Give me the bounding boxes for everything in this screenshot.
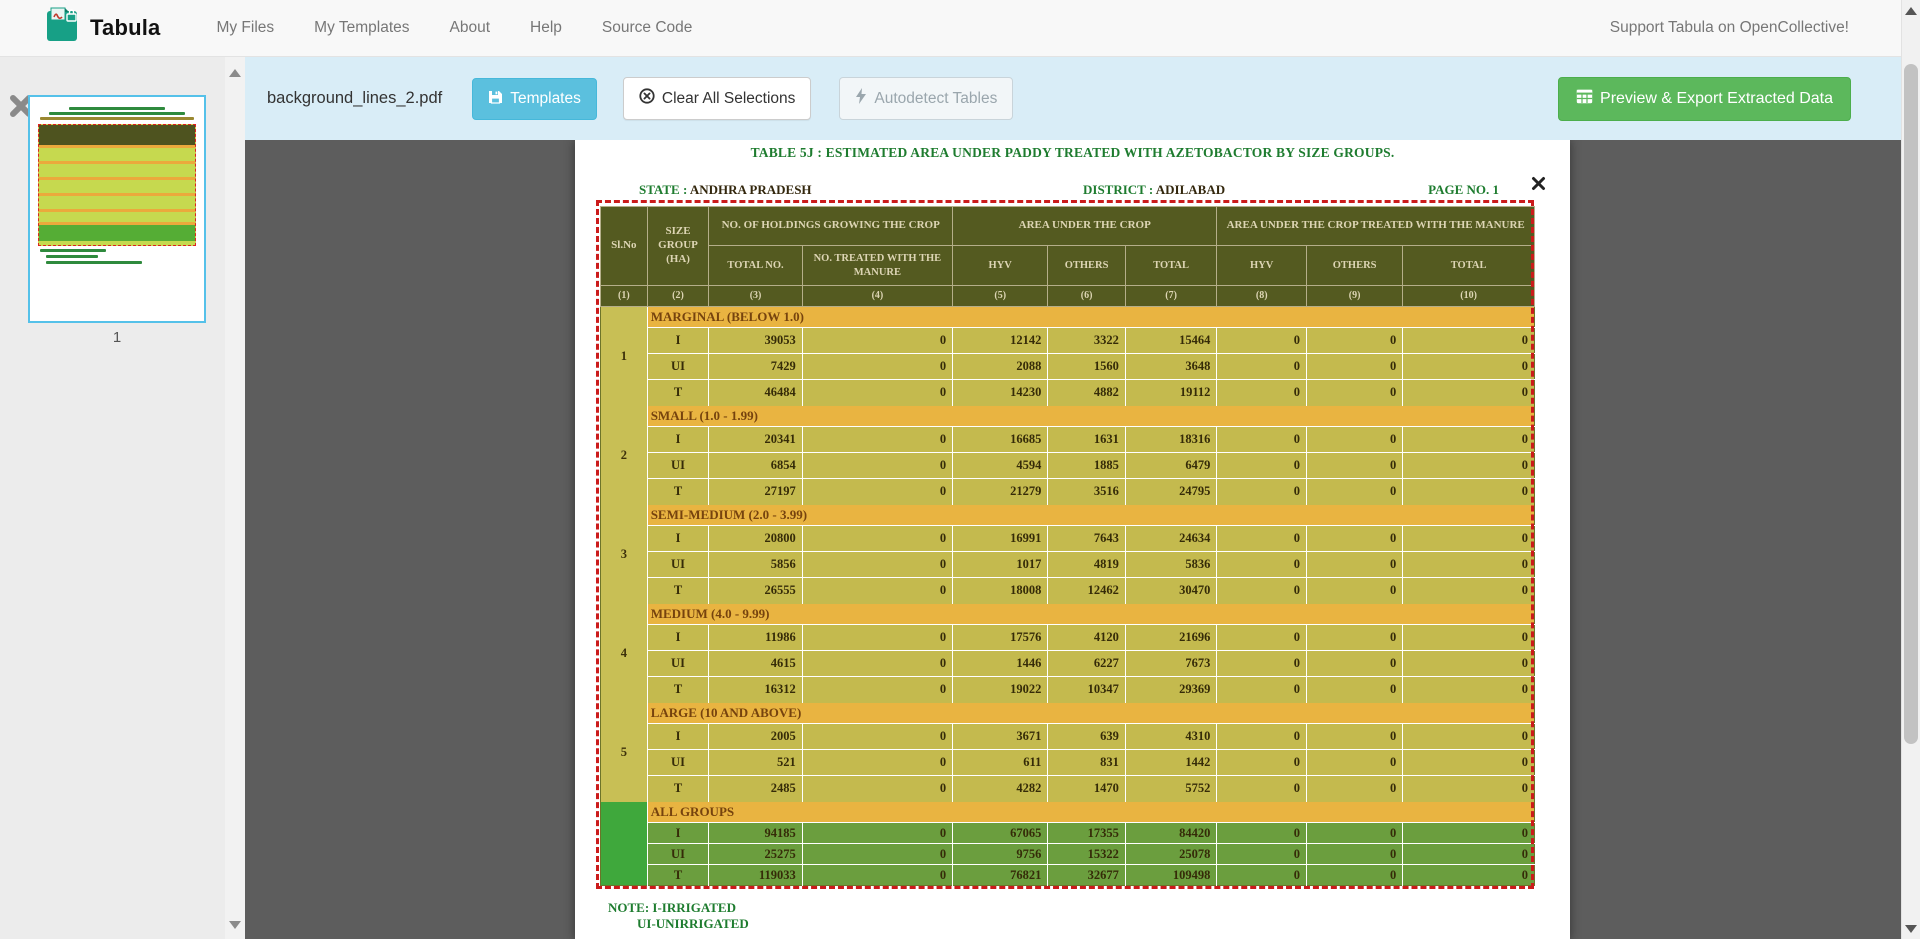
table-selection-box[interactable] (596, 200, 1534, 889)
tabula-logo-icon (43, 7, 80, 49)
nav-help[interactable]: Help (510, 0, 582, 56)
nav-my-templates[interactable]: My Templates (294, 0, 429, 56)
document-note: NOTE: I-IRRIGATED UI-UNIRRIGATED (608, 900, 749, 932)
selection-close-icon[interactable] (1531, 176, 1546, 191)
page-no-label: PAGE NO. 1 (1428, 182, 1499, 198)
window-scrollbar[interactable] (1901, 0, 1920, 939)
nav-links: My Files My Templates About Help Source … (196, 0, 712, 56)
nav-my-files[interactable]: My Files (196, 0, 294, 56)
state-label: STATE : (639, 182, 687, 197)
save-template-icon (488, 89, 503, 109)
templates-button[interactable]: Templates (472, 78, 597, 120)
scroll-up-icon[interactable] (1905, 7, 1917, 15)
pdf-page[interactable]: TABLE 5J : ESTIMATED AREA UNDER PADDY TR… (575, 140, 1570, 939)
table-list-icon (1576, 89, 1593, 109)
district-field: DISTRICT : ADILABAD (1083, 182, 1225, 198)
nav-source-code[interactable]: Source Code (582, 0, 712, 56)
templates-button-label: Templates (510, 90, 581, 108)
pdf-filename: background_lines_2.pdf (267, 89, 442, 108)
tabula-brand[interactable]: Tabula (43, 7, 160, 49)
district-value: ADILABAD (1156, 182, 1225, 197)
clear-button-label: Clear All Selections (662, 90, 796, 108)
thumbnail-page-number: 1 (28, 329, 206, 346)
document-meta-row: STATE : ANDHRA PRADESH DISTRICT : ADILAB… (575, 182, 1570, 200)
clear-all-selections-button[interactable]: Clear All Selections (623, 77, 812, 120)
brand-name: Tabula (90, 15, 160, 41)
lightning-icon (855, 88, 867, 109)
main-area: background_lines_2.pdf Templates Clear A… (245, 57, 1901, 939)
page-thumbnail[interactable] (28, 95, 206, 323)
top-navbar: Tabula My Files My Templates About Help … (0, 0, 1901, 57)
autodetect-button-label: Autodetect Tables (874, 90, 997, 108)
clear-circle-x-icon (639, 88, 655, 109)
note-line-2: UI-UNIRRIGATED (637, 916, 749, 932)
document-title: TABLE 5J : ESTIMATED AREA UNDER PADDY TR… (575, 145, 1570, 161)
thumbnail-table-preview (38, 124, 196, 246)
sidebar-scroll-up-icon[interactable] (229, 69, 241, 77)
scroll-down-icon[interactable] (1905, 925, 1917, 933)
support-link[interactable]: Support Tabula on OpenCollective! (1610, 19, 1849, 37)
state-field: STATE : ANDHRA PRADESH (639, 182, 812, 198)
autodetect-tables-button[interactable]: Autodetect Tables (839, 77, 1013, 120)
preview-export-button[interactable]: Preview & Export Extracted Data (1558, 77, 1851, 121)
scrollbar-thumb[interactable] (1904, 64, 1918, 744)
thumbnail-preview (30, 97, 204, 321)
sidebar-scroll-down-icon[interactable] (229, 921, 241, 929)
state-value: ANDHRA PRADESH (690, 182, 812, 197)
nav-about[interactable]: About (430, 0, 511, 56)
note-line-1: NOTE: I-IRRIGATED (608, 900, 749, 916)
district-label: DISTRICT : (1083, 182, 1153, 197)
pdf-viewer: TABLE 5J : ESTIMATED AREA UNDER PADDY TR… (245, 140, 1901, 939)
sidebar-scrollbar[interactable] (225, 57, 245, 939)
page-sidebar: 1 (0, 57, 225, 939)
toolbar: background_lines_2.pdf Templates Clear A… (245, 57, 1901, 140)
export-button-label: Preview & Export Extracted Data (1600, 90, 1833, 108)
